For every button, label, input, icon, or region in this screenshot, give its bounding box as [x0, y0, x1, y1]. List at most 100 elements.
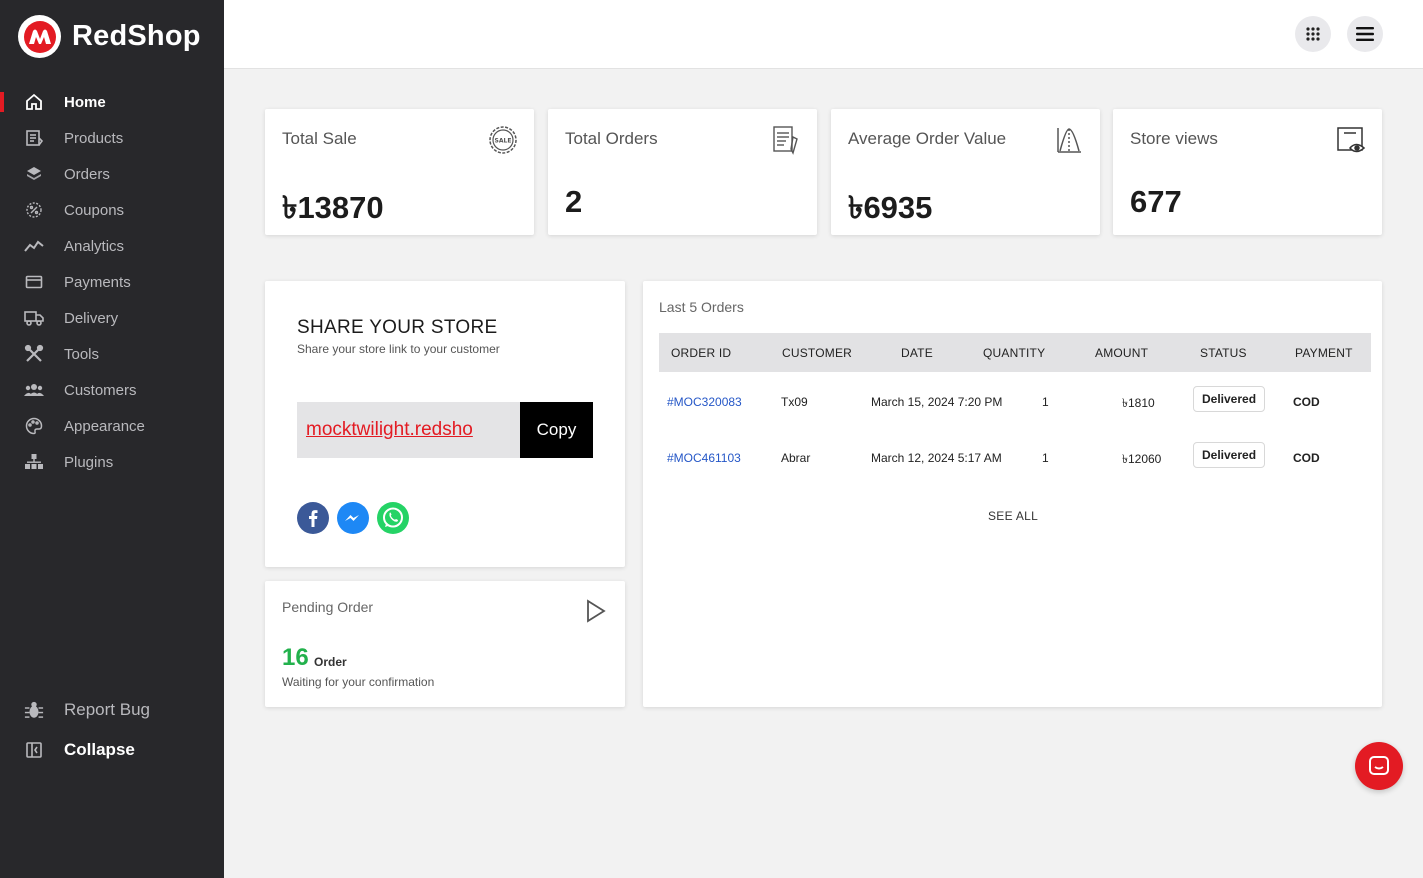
- column-header: QUANTITY: [983, 346, 1046, 360]
- hamburger-icon: [1356, 27, 1374, 41]
- column-header: STATUS: [1200, 346, 1247, 360]
- view-icon: [1337, 127, 1366, 153]
- orders-title: Last 5 Orders: [659, 299, 744, 315]
- stat-title: Average Order Value: [848, 129, 1007, 148]
- stat-card-store-views: Store views 677: [1113, 109, 1382, 235]
- stat-card-total-orders: Total Orders 2: [548, 109, 817, 235]
- plugins-icon: [24, 452, 44, 472]
- sidebar-item-label: Products: [64, 129, 124, 147]
- apps-grid-button[interactable]: [1295, 16, 1331, 52]
- last-orders-card: Last 5 Orders ORDER ID CUSTOMER DATE QUA…: [643, 281, 1382, 707]
- quantity-cell: 1: [1042, 395, 1049, 409]
- order-list-icon: [773, 126, 798, 155]
- whatsapp-share-button[interactable]: [377, 502, 409, 534]
- sidebar-item-delivery[interactable]: Delivery: [0, 300, 224, 336]
- customer-cell: Tx09: [781, 395, 808, 409]
- facebook-share-button[interactable]: [297, 502, 329, 534]
- payment-cell: COD: [1293, 451, 1320, 465]
- sidebar-item-products[interactable]: Products: [0, 120, 224, 156]
- collapse-icon: [24, 740, 44, 760]
- stat-value: ৳13870: [282, 190, 384, 225]
- column-header: ORDER ID: [671, 346, 732, 360]
- order-id-link[interactable]: #MOC461103: [667, 451, 741, 465]
- sidebar-item-home[interactable]: Home: [0, 84, 224, 120]
- sidebar-item-label: Appearance: [64, 417, 145, 435]
- column-header: CUSTOMER: [782, 346, 853, 360]
- stat-value: 2: [565, 184, 583, 219]
- stat-card-average-order: Average Order Value ৳6935: [831, 109, 1100, 235]
- svg-text:SALE: SALE: [495, 138, 512, 145]
- whatsapp-icon: [383, 507, 403, 528]
- sidebar-item-payments[interactable]: Payments: [0, 264, 224, 300]
- date-cell: March 12, 2024 5:17 AM: [871, 451, 1002, 465]
- report-bug-label: Report Bug: [64, 700, 150, 719]
- brand-name: RedShop: [72, 20, 201, 52]
- customers-icon: [24, 380, 44, 400]
- pending-order-card[interactable]: Pending Order 16 Order Waiting for your …: [265, 581, 625, 707]
- sidebar-item-label: Plugins: [64, 453, 114, 471]
- share-title: SHARE YOUR STORE: [297, 317, 498, 338]
- sidebar-item-label: Analytics: [64, 237, 125, 255]
- sidebar: RedShop Home Products Orders Coupons Ana…: [0, 0, 224, 878]
- sidebar-item-tools[interactable]: Tools: [0, 336, 224, 372]
- sidebar-item-label: Payments: [64, 273, 131, 291]
- bug-icon: [24, 700, 44, 720]
- copy-button[interactable]: Copy: [520, 402, 593, 458]
- pending-unit: Order: [314, 655, 347, 669]
- amount-cell: ৳12060: [1122, 452, 1162, 466]
- sidebar-item-label: Coupons: [64, 201, 125, 219]
- bell-curve-icon: [1057, 128, 1081, 153]
- column-header: AMOUNT: [1095, 346, 1149, 360]
- menu-button[interactable]: [1347, 16, 1383, 52]
- customer-cell: Abrar: [781, 451, 811, 465]
- collapse-label: Collapse: [64, 740, 135, 759]
- sidebar-item-label: Home: [64, 93, 106, 111]
- home-icon: [24, 92, 44, 112]
- table-row[interactable]: #MOC461103 Abrar March 12, 2024 5:17 AM …: [659, 442, 1371, 472]
- see-all-link[interactable]: SEE ALL: [988, 509, 1038, 523]
- order-id-link[interactable]: #MOC320083: [667, 395, 742, 409]
- sidebar-item-customers[interactable]: Customers: [0, 372, 224, 408]
- facebook-icon: [309, 510, 318, 527]
- coupon-icon: [24, 200, 44, 220]
- column-header: DATE: [901, 346, 933, 360]
- play-icon[interactable]: [585, 599, 607, 623]
- sidebar-item-appearance[interactable]: Appearance: [0, 408, 224, 444]
- chat-icon: [1369, 756, 1389, 775]
- column-header: PAYMENT: [1295, 346, 1353, 360]
- stat-title: Total Sale: [282, 129, 357, 148]
- apps-grid-icon: [1306, 27, 1320, 41]
- sidebar-nav: Home Products Orders Coupons Analytics P…: [0, 84, 224, 480]
- sidebar-item-analytics[interactable]: Analytics: [0, 228, 224, 264]
- sidebar-item-orders[interactable]: Orders: [0, 156, 224, 192]
- date-cell: March 15, 2024 7:20 PM: [871, 395, 1003, 409]
- chat-button[interactable]: [1355, 742, 1403, 790]
- analytics-icon: [24, 236, 44, 256]
- sidebar-item-label: Delivery: [64, 309, 119, 327]
- status-badge: Delivered: [1193, 442, 1266, 468]
- sidebar-item-coupons[interactable]: Coupons: [0, 192, 224, 228]
- sidebar-item-plugins[interactable]: Plugins: [0, 444, 224, 480]
- card-icon: [24, 272, 44, 292]
- collapse-button[interactable]: Collapse: [0, 730, 224, 770]
- pending-count: 16: [282, 644, 309, 671]
- layers-icon: [24, 164, 44, 184]
- stat-card-total-sale: Total Sale ৳13870 SALE: [265, 109, 534, 235]
- status-badge: Delivered: [1193, 386, 1266, 412]
- amount-cell: ৳1810: [1122, 396, 1155, 410]
- stat-value: 677: [1130, 184, 1182, 219]
- messenger-icon: [345, 515, 359, 521]
- redshop-logo-icon: [18, 15, 61, 58]
- stat-title: Store views: [1130, 129, 1218, 148]
- stat-title: Total Orders: [565, 129, 658, 148]
- brand[interactable]: RedShop: [18, 15, 201, 58]
- sidebar-item-label: Tools: [64, 345, 100, 363]
- topbar: [224, 0, 1423, 69]
- quantity-cell: 1: [1042, 451, 1049, 465]
- sidebar-bottom: Report Bug Collapse: [0, 690, 224, 770]
- table-row[interactable]: #MOC320083 Tx09 March 15, 2024 7:20 PM 1…: [659, 386, 1371, 416]
- share-subtitle: Share your store link to your customer: [297, 342, 500, 356]
- messenger-share-button[interactable]: [337, 502, 369, 534]
- report-bug-button[interactable]: Report Bug: [0, 690, 224, 730]
- store-link[interactable]: mocktwilight.redsho: [297, 402, 521, 458]
